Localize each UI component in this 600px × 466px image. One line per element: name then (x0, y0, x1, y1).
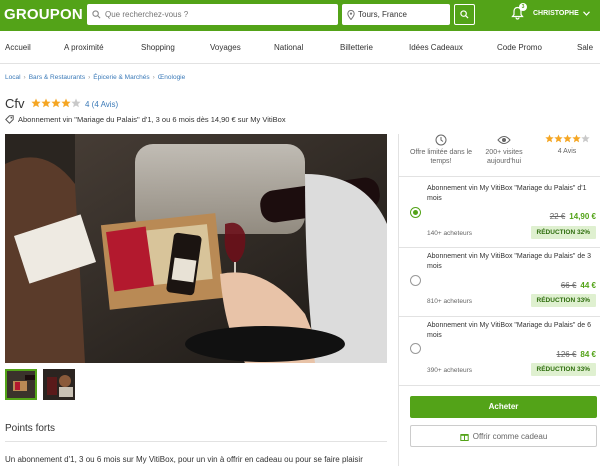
feature-visits-label: 200+ visites aujourd'hui (485, 149, 523, 165)
deal-hero-image[interactable] (5, 134, 387, 363)
sidebar-divider (399, 247, 600, 248)
chevron-down-icon (582, 11, 590, 16)
option-2-title[interactable]: Abonnement vin My VitiBox "Mariage du Pa… (427, 252, 597, 272)
search-icon (460, 10, 469, 19)
top-bar: GROUPON 3 CHRISTOPHE (0, 0, 600, 31)
map-pin-icon (347, 9, 355, 20)
nav-item-national[interactable]: National (274, 43, 303, 52)
option-2-reduction-badge: RÉDUCTION 33% (530, 294, 596, 307)
option-2-price: 66 €44 € (561, 281, 596, 290)
option-1-reduction-badge: RÉDUCTION 32% (530, 226, 596, 239)
breadcrumb: Local › Bars & Restaurants › Épicerie & Marc… (5, 74, 186, 81)
feature-limited-label: Offre limitée dans le temps! (409, 149, 473, 165)
star-icon (571, 134, 581, 143)
star-icon (41, 98, 51, 108)
reviews-link[interactable]: 4 (4 Avis) (85, 100, 118, 109)
star-icon (31, 98, 41, 108)
search-icon (92, 10, 101, 19)
option-2-buyers: 810+ acheteurs (427, 298, 472, 305)
nav-item-voyages[interactable]: Voyages (210, 43, 241, 52)
gift-button-label: Offrir comme cadeau (472, 431, 548, 441)
deal-subtitle: Abonnement vin "Mariage du Palais" d'1, … (18, 115, 286, 124)
nav-item-accueil[interactable]: Accueil (5, 43, 31, 52)
option-1-price: 22 €14,90 € (550, 212, 596, 221)
notification-badge: 3 (519, 3, 527, 11)
feature-rating-label: 4 Avis (557, 148, 577, 155)
user-menu[interactable]: CHRISTOPHE (533, 10, 590, 17)
option-2-radio[interactable] (410, 275, 421, 286)
nav-item-shopping[interactable]: Shopping (141, 43, 175, 52)
purchase-sidebar: Offre limitée dans le temps! 200+ visite… (398, 134, 600, 466)
option-3-new-price: 84 € (580, 350, 596, 359)
option-3-radio[interactable] (410, 343, 421, 354)
option-1-new-price: 14,90 € (569, 212, 596, 221)
sidebar-divider (399, 316, 600, 317)
section-divider (5, 441, 387, 442)
option-2-old-price: 66 € (560, 281, 577, 290)
breadcrumb-oenologie[interactable]: Œnologie (158, 74, 185, 81)
groupon-logo[interactable]: GROUPON (4, 6, 83, 23)
buy-button[interactable]: Acheter (410, 396, 597, 418)
thumbnail-1[interactable] (5, 369, 37, 400)
breadcrumb-bars-restaurants[interactable]: Bars & Restaurants (29, 74, 85, 81)
deal-subtitle-row: Abonnement vin "Mariage du Palais" d'1, … (5, 115, 286, 124)
search-box[interactable] (87, 4, 338, 25)
star-icon (562, 134, 572, 143)
search-button[interactable] (454, 4, 475, 25)
option-1-title[interactable]: Abonnement vin My VitiBox "Mariage du Pa… (427, 184, 597, 204)
breadcrumb-epicerie[interactable]: Épicerie & Marchés (93, 74, 149, 81)
nav-item-idees-cadeaux[interactable]: Idées Cadeaux (409, 43, 463, 52)
gift-icon (460, 433, 469, 441)
option-1-buyers: 140+ acheteurs (427, 230, 472, 237)
option-1-old-price: 22 € (549, 212, 566, 221)
feature-rating: 4 Avis (539, 134, 595, 156)
option-3-price: 126 €84 € (556, 350, 596, 359)
star-icon (553, 134, 563, 143)
option-3-reduction-badge: RÉDUCTION 33% (530, 363, 596, 376)
nav-item-sale[interactable]: Sale (577, 43, 593, 52)
search-input[interactable] (105, 10, 325, 19)
star-icon (580, 134, 590, 143)
location-box[interactable] (342, 4, 450, 25)
feature-visits: 200+ visites aujourd'hui (475, 134, 533, 166)
option-3-title[interactable]: Abonnement vin My VitiBox "Mariage du Pa… (427, 321, 597, 341)
breadcrumb-local[interactable]: Local (5, 74, 21, 81)
star-icon (544, 134, 554, 143)
option-3-old-price: 126 € (556, 350, 577, 359)
option-3-buyers: 390+ acheteurs (427, 367, 472, 374)
nav-item-a-proximite[interactable]: A proximité (64, 43, 104, 52)
section-heading: Points forts (5, 423, 56, 434)
star-icon (61, 98, 71, 108)
sidebar-divider (399, 176, 600, 177)
section-description: Un abonnement d'1, 3 ou 6 mois sur My Vi… (5, 455, 363, 464)
category-nav: Accueil A proximité Shopping Voyages Nat… (0, 31, 600, 64)
nav-item-billetterie[interactable]: Billetterie (340, 43, 373, 52)
option-1-radio[interactable] (410, 207, 421, 218)
rating-stars (31, 98, 81, 108)
gift-button[interactable]: Offrir comme cadeau (410, 425, 597, 447)
deal-title: Cfv (5, 96, 25, 111)
feature-rating-stars (539, 134, 595, 143)
feature-limited: Offre limitée dans le temps! (409, 134, 473, 166)
tag-icon (5, 115, 14, 124)
star-icon (71, 98, 81, 108)
option-2-new-price: 44 € (580, 281, 596, 290)
thumbnail-2[interactable] (43, 369, 75, 400)
star-icon (51, 98, 61, 108)
sidebar-divider (399, 385, 600, 386)
nav-item-code-promo[interactable]: Code Promo (497, 43, 542, 52)
clock-icon (435, 134, 447, 146)
user-name: CHRISTOPHE (533, 10, 579, 17)
eye-icon (497, 136, 511, 144)
thumbnail-strip (5, 369, 75, 400)
location-input[interactable] (358, 10, 448, 19)
